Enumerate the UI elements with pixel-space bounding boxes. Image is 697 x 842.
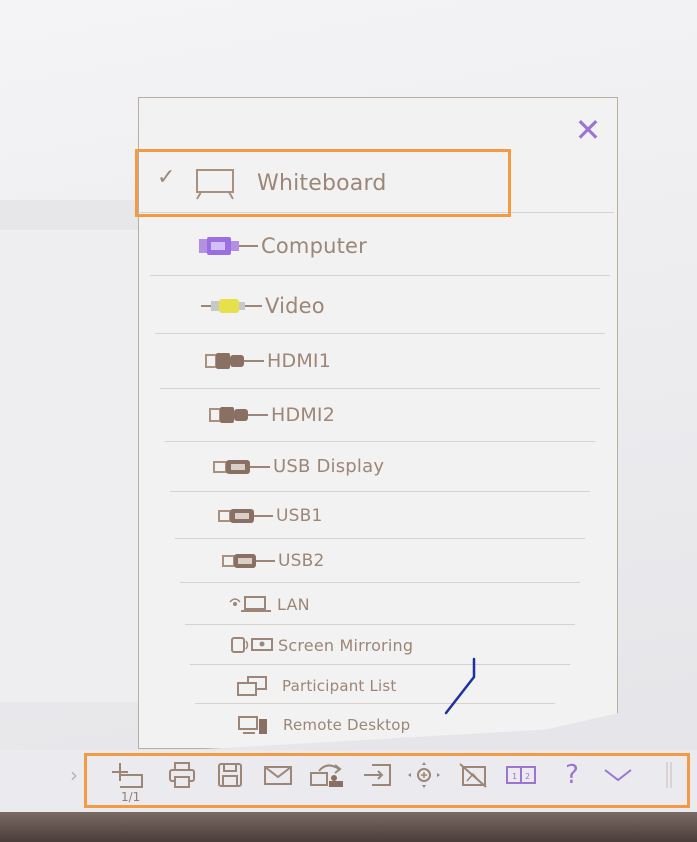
menu-divider bbox=[175, 538, 585, 539]
source-item-label: Participant List bbox=[282, 677, 397, 695]
background-wall bbox=[0, 232, 140, 702]
toolbar-scroll-left-icon[interactable]: › bbox=[64, 761, 84, 789]
source-item-label: USB1 bbox=[276, 506, 323, 526]
menu-divider bbox=[160, 388, 600, 389]
lan-icon bbox=[229, 596, 271, 612]
source-item-hdmi1[interactable]: HDMI1 bbox=[205, 350, 331, 372]
source-item-label: USB Display bbox=[273, 456, 385, 477]
source-item-screen-mirroring[interactable]: Screen Mirroring bbox=[230, 635, 413, 655]
source-item-remote-desktop[interactable]: Remote Desktop bbox=[237, 714, 410, 736]
vga-connector-icon bbox=[199, 237, 258, 255]
source-item-label: Screen Mirroring bbox=[278, 635, 414, 655]
source-item-label: USB2 bbox=[278, 551, 325, 571]
rca-connector-icon bbox=[201, 299, 262, 313]
source-item-computer[interactable]: Computer bbox=[197, 234, 367, 258]
source-item-usb1[interactable]: USB1 bbox=[218, 506, 323, 526]
close-icon: ✕ bbox=[574, 111, 602, 149]
source-item-label: HDMI1 bbox=[267, 350, 332, 372]
usb-connector-icon bbox=[213, 459, 270, 474]
menu-divider bbox=[185, 624, 575, 625]
menu-divider bbox=[155, 333, 605, 334]
source-item-label: LAN bbox=[277, 594, 310, 614]
source-item-lan[interactable]: LAN bbox=[227, 594, 310, 614]
toolbar-highlight bbox=[84, 753, 690, 808]
menu-divider bbox=[190, 664, 570, 665]
source-item-label: Computer bbox=[261, 234, 367, 258]
screen-mirroring-icon bbox=[231, 637, 273, 653]
source-item-hdmi2[interactable]: HDMI2 bbox=[209, 404, 335, 426]
source-item-video[interactable]: Video bbox=[201, 294, 325, 318]
usb-connector-icon bbox=[222, 554, 275, 568]
pen-stroke bbox=[444, 657, 476, 715]
source-item-label: Video bbox=[265, 294, 325, 318]
participant-list-icon bbox=[237, 676, 267, 696]
menu-divider bbox=[195, 703, 555, 704]
usb-connector-icon bbox=[218, 509, 273, 523]
background-wall bbox=[0, 200, 140, 230]
hdmi-connector-icon bbox=[209, 407, 268, 423]
hdmi-connector-icon bbox=[205, 353, 264, 369]
source-item-label: HDMI2 bbox=[271, 404, 336, 426]
menu-divider bbox=[165, 441, 595, 442]
menu-divider bbox=[180, 582, 580, 583]
source-item-usb2[interactable]: USB2 bbox=[222, 551, 325, 571]
menu-divider bbox=[170, 491, 590, 492]
menu-divider bbox=[150, 275, 610, 276]
source-item-label: Remote Desktop bbox=[283, 716, 411, 734]
display-bezel bbox=[0, 812, 697, 842]
whiteboard-highlight bbox=[135, 149, 511, 217]
source-item-participant-list[interactable]: Participant List bbox=[234, 675, 396, 697]
remote-desktop-icon bbox=[238, 716, 267, 734]
source-item-usb-display[interactable]: USB Display bbox=[213, 456, 384, 477]
close-button[interactable]: ✕ bbox=[570, 112, 606, 148]
